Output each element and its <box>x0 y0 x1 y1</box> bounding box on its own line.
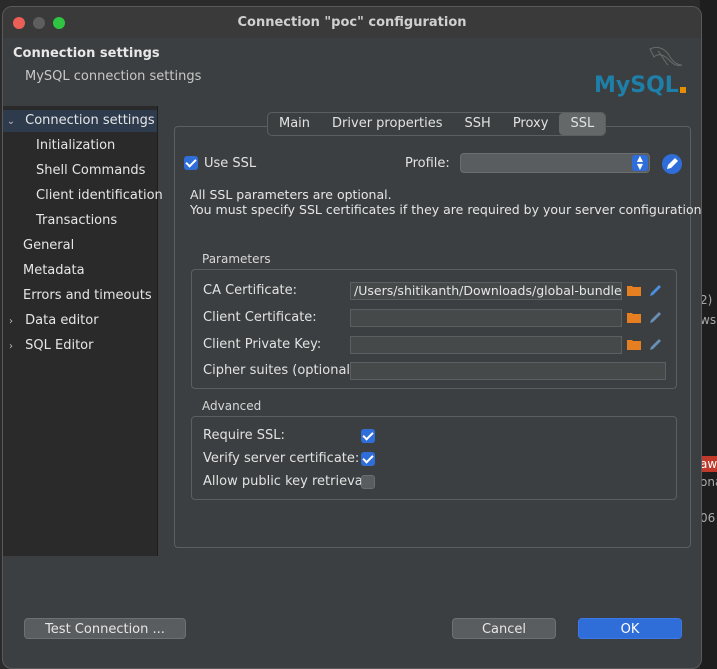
ssl-note-line1: All SSL parameters are optional. <box>190 187 392 202</box>
tab-main[interactable]: Main <box>268 113 321 135</box>
tree-item-label: Transactions <box>36 213 118 228</box>
background-app: 2) ws. aw ona 06 <box>700 0 717 669</box>
tab-proxy[interactable]: Proxy <box>502 113 560 135</box>
cipher-suites-label: Cipher suites (optional): <box>203 363 360 378</box>
allow-public-key-label: Allow public key retrieval: <box>203 474 371 489</box>
tree-item-sql-editor[interactable]: › SQL Editor <box>5 335 93 357</box>
tree-item-errors-timeouts[interactable]: Errors and timeouts <box>23 285 152 307</box>
tree-item-transactions[interactable]: Transactions <box>36 210 117 232</box>
settings-content: Main Driver properties SSH Proxy SSL Use… <box>163 106 701 556</box>
profile-label: Profile: <box>405 156 450 171</box>
tree-item-label: General <box>23 238 75 253</box>
parameters-group-title: Parameters <box>202 252 271 266</box>
folder-icon[interactable] <box>627 339 641 350</box>
window-title: Connection "poc" configuration <box>237 15 467 30</box>
advanced-group-title: Advanced <box>202 399 262 413</box>
allow-public-key-checkbox[interactable] <box>361 475 375 489</box>
background-text: ona <box>700 475 717 489</box>
tree-item-general[interactable]: General <box>23 235 74 257</box>
tree-item-connection-settings[interactable]: ⌄ Connection settings <box>3 110 157 132</box>
edit-profile-icon[interactable] <box>661 153 683 175</box>
tab-bar: Main Driver properties SSH Proxy SSL <box>267 112 607 136</box>
ok-button[interactable]: OK <box>578 618 682 639</box>
mysql-logo-text: MySQL <box>594 73 679 98</box>
chevron-right-icon[interactable]: › <box>5 336 17 358</box>
ca-certificate-label: CA Certificate: <box>203 283 298 298</box>
require-ssl-label: Require SSL: <box>203 428 285 443</box>
mysql-logo: MySQL <box>594 46 686 98</box>
ssl-note-line2: You must specify SSL certificates if the… <box>190 202 702 217</box>
select-stepper-icon: ▲ ▼ <box>632 155 648 171</box>
tree-item-client-identification[interactable]: Client identification <box>36 185 163 207</box>
tree-item-data-editor[interactable]: › Data editor <box>5 310 99 332</box>
tree-item-initialization[interactable]: Initialization <box>36 135 115 157</box>
tree-item-shell-commands[interactable]: Shell Commands <box>36 160 145 182</box>
tree-item-label: Data editor <box>25 313 99 328</box>
use-ssl-checkbox[interactable] <box>184 156 198 170</box>
background-text: ws. <box>700 313 717 327</box>
tree-item-label: Errors and timeouts <box>23 288 152 303</box>
client-private-key-input[interactable] <box>350 336 622 354</box>
client-certificate-input[interactable] <box>350 309 622 327</box>
pencil-icon[interactable] <box>648 283 663 298</box>
page-title: Connection settings <box>13 46 160 61</box>
background-text: 06 <box>700 511 716 525</box>
chevron-right-icon[interactable]: › <box>5 311 17 333</box>
tab-ssh[interactable]: SSH <box>454 113 502 135</box>
tree-item-metadata[interactable]: Metadata <box>23 260 85 282</box>
chevron-down-icon[interactable]: ⌄ <box>5 111 17 133</box>
pencil-icon[interactable] <box>648 337 663 352</box>
pencil-icon[interactable] <box>648 310 663 325</box>
tree-item-label: SQL Editor <box>25 338 94 353</box>
tab-ssl[interactable]: SSL <box>559 113 606 135</box>
client-private-key-label: Client Private Key: <box>203 337 322 352</box>
test-connection-button[interactable]: Test Connection ... <box>24 618 186 639</box>
folder-icon[interactable] <box>627 285 641 296</box>
use-ssl-label: Use SSL <box>204 156 257 171</box>
tree-item-label: Connection settings <box>25 113 155 128</box>
client-certificate-label: Client Certificate: <box>203 310 317 325</box>
cipher-suites-input[interactable] <box>350 362 666 380</box>
tree-item-label: Shell Commands <box>36 163 146 178</box>
tree-item-label: Metadata <box>23 263 85 278</box>
page-subtitle: MySQL connection settings <box>25 69 202 84</box>
settings-tree: ⌄ Connection settings Initialization She… <box>3 106 163 556</box>
ca-certificate-input[interactable]: /Users/shitikanth/Downloads/global-bundl… <box>350 282 622 300</box>
verify-server-cert-label: Verify server certificate: <box>203 451 360 466</box>
verify-server-cert-checkbox[interactable] <box>361 452 375 466</box>
tree-item-label: Initialization <box>36 138 116 153</box>
profile-select[interactable]: ▲ ▼ <box>460 153 650 173</box>
background-text: aw <box>700 457 717 471</box>
cancel-button[interactable]: Cancel <box>452 618 556 639</box>
tab-driver-properties[interactable]: Driver properties <box>321 113 453 135</box>
tree-item-label: Client identification <box>36 188 163 203</box>
connection-config-dialog: Connection "poc" configuration Connectio… <box>2 6 702 669</box>
folder-icon[interactable] <box>627 312 641 323</box>
dialog-header: Connection settings MySQL connection set… <box>3 38 701 106</box>
title-bar: Connection "poc" configuration <box>3 7 701 39</box>
require-ssl-checkbox[interactable] <box>361 429 375 443</box>
